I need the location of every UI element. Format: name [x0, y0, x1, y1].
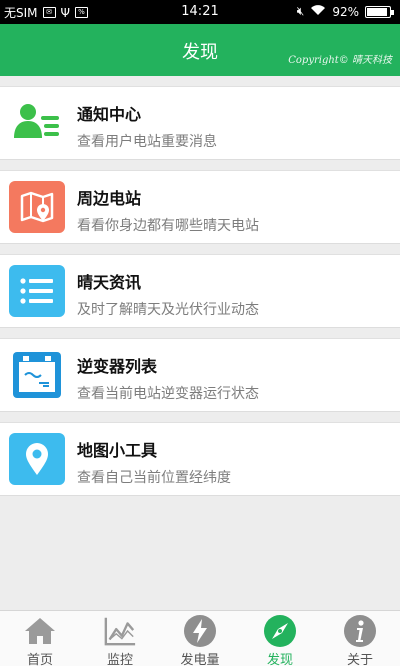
tab-label: 首页: [26, 653, 53, 666]
inverter-icon: [9, 349, 65, 401]
item-subtitle: 查看当前电站逆变器运行状态: [77, 386, 259, 402]
item-title: 地图小工具: [77, 441, 158, 460]
location-icon: [9, 433, 65, 485]
wifi-icon: [310, 4, 326, 19]
list-item-news[interactable]: 晴天资讯 及时了解晴天及光伏行业动态: [0, 254, 400, 328]
battery-icon: [365, 5, 394, 18]
list-item-nearby-stations[interactable]: 周边电站 看看你身边都有哪些晴天电站: [0, 170, 400, 244]
title-bar: 发现 Copyright© 晴天科技: [0, 24, 400, 76]
bottom-tab-bar: 首页 监控 发电量 发现 关于: [0, 610, 400, 666]
list-item-notification-center[interactable]: 通知中心 查看用户电站重要消息: [0, 86, 400, 160]
home-icon: [23, 615, 57, 647]
item-subtitle: 看看你身边都有哪些晴天电站: [77, 218, 259, 234]
map-pin-icon: [9, 181, 65, 233]
list-icon: [9, 265, 65, 317]
copyright-text: Copyright© 晴天科技: [288, 55, 392, 66]
item-title: 周边电站: [77, 189, 142, 208]
item-title: 逆变器列表: [77, 357, 158, 376]
tab-label: 监控: [106, 653, 133, 666]
user-notification-icon: [9, 97, 65, 149]
item-subtitle: 及时了解晴天及光伏行业动态: [77, 302, 259, 318]
battery-fill: [367, 7, 388, 16]
tab-label: 关于: [346, 653, 373, 666]
list-item-inverter-list[interactable]: 逆变器列表 查看当前电站逆变器运行状态: [0, 338, 400, 412]
tab-generation[interactable]: 发电量: [160, 611, 240, 666]
list-item-map-tool[interactable]: 地图小工具 查看自己当前位置经纬度: [0, 422, 400, 496]
tab-label: 发电量: [180, 653, 220, 666]
item-title: 通知中心: [77, 105, 142, 124]
tab-discover[interactable]: 发现: [240, 611, 320, 666]
info-icon: [343, 615, 377, 647]
compass-icon: [263, 615, 297, 647]
status-right: 🔇︎ 92%: [297, 4, 394, 19]
item-title: 晴天资讯: [77, 273, 142, 292]
tab-label: 发现: [266, 653, 293, 666]
status-bar: 无SIM ✉ Ψ % 14:21 🔇︎ 92%: [0, 0, 400, 24]
mute-icon: 🔇︎: [296, 4, 305, 18]
tab-home[interactable]: 首页: [0, 611, 80, 666]
item-subtitle: 查看自己当前位置经纬度: [77, 470, 231, 486]
battery-percent: 92%: [332, 4, 359, 19]
chart-icon: [103, 615, 137, 647]
tab-about[interactable]: 关于: [320, 611, 400, 666]
lightning-icon: [183, 615, 217, 647]
item-subtitle: 查看用户电站重要消息: [77, 134, 217, 150]
tab-monitor[interactable]: 监控: [80, 611, 160, 666]
